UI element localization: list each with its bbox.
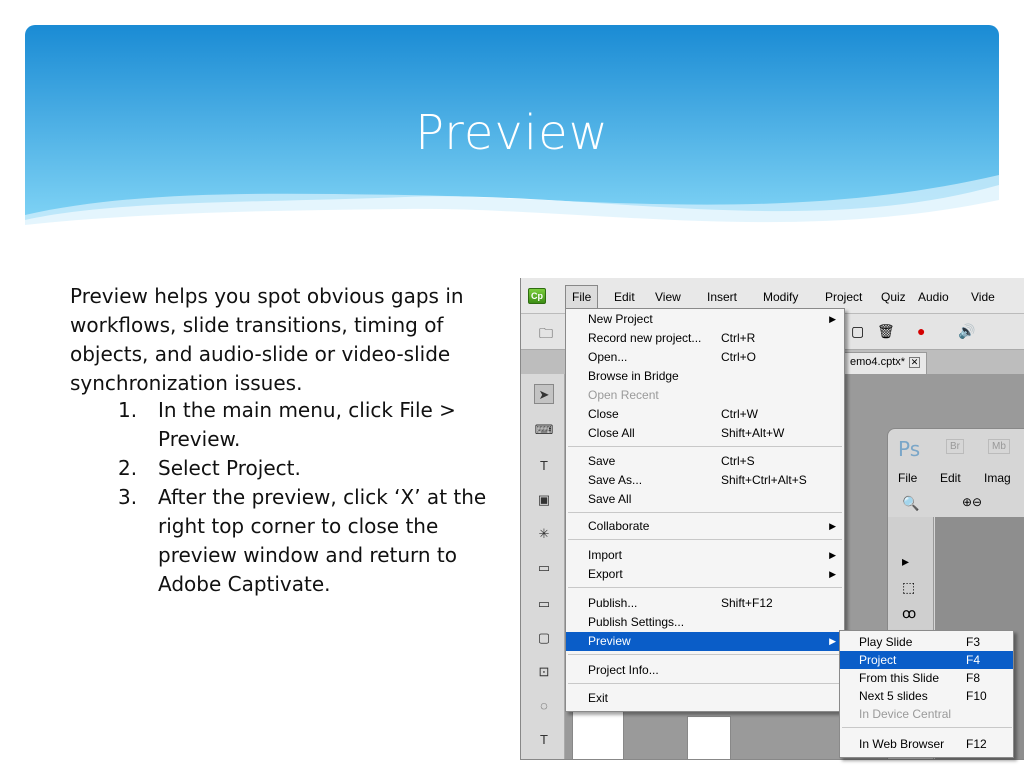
menu-separator bbox=[568, 539, 842, 540]
ps-menu-file[interactable]: File bbox=[898, 471, 917, 485]
submenu-arrow-icon: ▶ bbox=[829, 636, 836, 646]
menu-view[interactable]: View bbox=[655, 290, 681, 304]
caption-tool-icon[interactable]: ⌨ bbox=[534, 420, 554, 440]
slide-thumbnail[interactable] bbox=[687, 716, 731, 759]
submenu-item-next-5-slides[interactable]: Next 5 slides F10 bbox=[840, 687, 1013, 705]
menu-item-publish-settings[interactable]: Publish Settings... bbox=[566, 613, 844, 632]
step-number: 1. bbox=[118, 398, 138, 422]
steps-list: 1. In the main menu, click File > Preview… bbox=[118, 396, 518, 599]
bridge-badge[interactable]: Br bbox=[946, 439, 964, 454]
submenu-item-in-device-central: In Device Central bbox=[859, 707, 952, 721]
menu-quiz[interactable]: Quiz bbox=[881, 290, 906, 304]
menu-file[interactable]: File bbox=[565, 285, 599, 309]
ps-menu-edit[interactable]: Edit bbox=[940, 471, 961, 485]
ps-menu-image[interactable]: Imag bbox=[984, 471, 1011, 485]
menu-item-save-all[interactable]: Save All bbox=[566, 490, 844, 509]
lasso-tool-icon[interactable]: ꝏ bbox=[902, 605, 916, 622]
menu-item-import[interactable]: Import ▶ bbox=[566, 546, 844, 565]
photoshop-logo: Ps bbox=[898, 437, 921, 461]
box-tool-icon[interactable]: ▢ bbox=[534, 628, 554, 648]
menu-separator bbox=[568, 683, 842, 684]
minibridge-badge[interactable]: Mb bbox=[988, 439, 1010, 454]
menu-item-exit[interactable]: Exit bbox=[566, 689, 844, 708]
step-item: 1. In the main menu, click File > Preview… bbox=[118, 396, 518, 454]
click-box-tool-icon[interactable]: ⊡ bbox=[534, 662, 554, 682]
menu-separator bbox=[568, 654, 842, 655]
file-menu: New Project ▶ Record new project... Ctrl+R… bbox=[565, 308, 845, 712]
menu-item-publish[interactable]: Publish... Shift+F12 bbox=[566, 594, 844, 613]
zoom-area-tool-icon[interactable]: ▭ bbox=[534, 594, 554, 614]
mouse-tool-icon[interactable]: ◌ bbox=[534, 696, 554, 716]
zoom-tool-icon[interactable]: 🔍 bbox=[902, 495, 919, 512]
record-icon[interactable]: ● bbox=[917, 323, 925, 339]
intro-paragraph: Preview helps you spot obvious gaps in w… bbox=[70, 284, 464, 395]
menu-separator bbox=[568, 587, 842, 588]
submenu-arrow-icon: ▶ bbox=[829, 521, 836, 531]
document-tab-label: emo4.cptx* bbox=[850, 356, 906, 368]
submenu-item-play-slide[interactable]: Play Slide F3 bbox=[840, 633, 1013, 651]
captivate-logo: Cp bbox=[528, 288, 546, 304]
slide-header: Preview bbox=[25, 25, 999, 240]
text-entry-tool-icon[interactable]: T bbox=[534, 730, 554, 750]
menu-separator bbox=[568, 512, 842, 513]
move-tool-icon[interactable]: ▸ bbox=[902, 553, 909, 570]
menu-item-open-recent: Open Recent bbox=[588, 388, 659, 402]
submenu-item-project[interactable]: Project F4 bbox=[840, 651, 1013, 669]
submenu-item-in-web-browser[interactable]: In Web Browser F12 bbox=[840, 735, 1013, 753]
submenu-arrow-icon: ▶ bbox=[829, 569, 836, 579]
submenu-arrow-icon: ▶ bbox=[829, 314, 836, 324]
menu-item-close[interactable]: Close Ctrl+W bbox=[566, 405, 844, 424]
slide-thumbnail[interactable] bbox=[572, 704, 624, 759]
menu-item-project-info[interactable]: Project Info... bbox=[566, 661, 844, 680]
preview-submenu: Play Slide F3 Project F4 From this Slide F8… bbox=[839, 630, 1014, 758]
menu-item-save-as[interactable]: Save As... Shift+Ctrl+Alt+S bbox=[566, 471, 844, 490]
tools-panel: ➤ ⌨ T ▣ ✳ ▭ ▭ ▢ ⊡ ◌ T bbox=[521, 374, 565, 759]
menu-item-record-new-project[interactable]: Record new project... Ctrl+R bbox=[566, 329, 844, 348]
submenu-arrow-icon: ▶ bbox=[829, 550, 836, 560]
document-tab[interactable]: emo4.cptx* ✕ bbox=[843, 352, 928, 374]
step-item: 2. Select Project. bbox=[118, 454, 518, 483]
rollover-tool-icon[interactable]: ▭ bbox=[534, 558, 554, 578]
select-tool-icon[interactable]: ➤ bbox=[534, 384, 554, 404]
menu-item-export[interactable]: Export ▶ bbox=[566, 565, 844, 584]
menu-project[interactable]: Project bbox=[825, 290, 862, 304]
close-tab-icon[interactable]: ✕ bbox=[909, 356, 921, 368]
step-text: After the preview, click ‘X’ at the righ… bbox=[158, 485, 487, 596]
trash-icon[interactable]: 🗑 bbox=[877, 323, 895, 340]
submenu-item-from-this-slide[interactable]: From this Slide F8 bbox=[840, 669, 1013, 687]
menu-item-close-all[interactable]: Close All Shift+Alt+W bbox=[566, 424, 844, 443]
menu-insert[interactable]: Insert bbox=[707, 290, 737, 304]
new-slide-icon[interactable]: ▢ bbox=[851, 323, 864, 340]
menu-item-new-project[interactable]: New Project ▶ bbox=[566, 310, 844, 329]
zoom-in-out-icon[interactable]: ⊕⊖ bbox=[962, 495, 982, 509]
menu-item-save[interactable]: Save Ctrl+S bbox=[566, 452, 844, 471]
menu-audio[interactable]: Audio bbox=[918, 290, 949, 304]
menu-item-preview[interactable]: Preview ▶ bbox=[566, 632, 844, 651]
step-text: Select Project. bbox=[158, 456, 301, 480]
menu-separator bbox=[842, 727, 1012, 728]
step-number: 2. bbox=[118, 456, 138, 480]
step-item: 3. After the preview, click ‘X’ at the ri… bbox=[118, 483, 518, 599]
image-tool-icon[interactable]: ▣ bbox=[534, 490, 554, 510]
menu-separator bbox=[568, 446, 842, 447]
menu-item-collaborate[interactable]: Collaborate ▶ bbox=[566, 517, 844, 536]
menu-modify[interactable]: Modify bbox=[763, 290, 798, 304]
step-text: In the main menu, click File > Preview. bbox=[158, 398, 456, 451]
highlight-tool-icon[interactable]: ✳ bbox=[534, 524, 554, 544]
folder-icon[interactable]: 🗀 bbox=[539, 323, 553, 347]
marquee-tool-icon[interactable]: ⬚ bbox=[902, 579, 915, 596]
menu-video[interactable]: Vide bbox=[971, 290, 995, 304]
step-number: 3. bbox=[118, 485, 138, 509]
menu-item-browse-in-bridge[interactable]: Browse in Bridge bbox=[566, 367, 844, 386]
slide-title: Preview bbox=[415, 105, 609, 161]
menu-item-open[interactable]: Open... Ctrl+O bbox=[566, 348, 844, 367]
audio-icon[interactable]: 🔊 bbox=[958, 323, 975, 340]
menu-edit[interactable]: Edit bbox=[614, 290, 635, 304]
text-tool-icon[interactable]: T bbox=[534, 456, 554, 476]
